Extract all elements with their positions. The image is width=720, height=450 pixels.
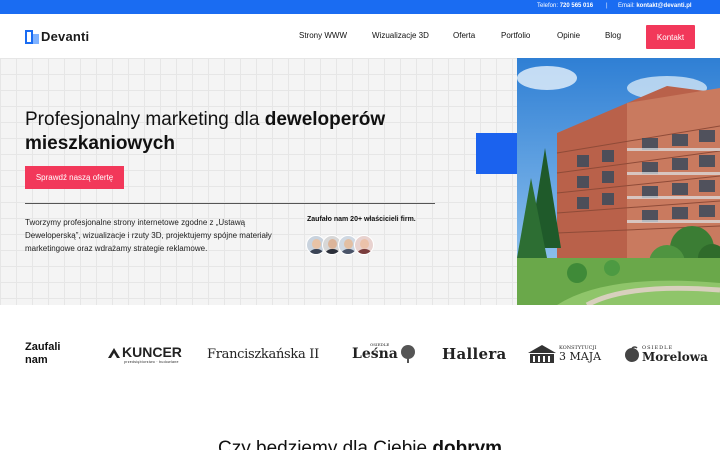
nav-item-blog[interactable]: Blog <box>605 31 621 40</box>
hallera-text: Hallera <box>442 345 507 363</box>
lesna-pretext: OSIEDLE <box>370 342 390 347</box>
top-contact-bar: Telefon: 720 565 016 | Email: kontakt@de… <box>0 0 720 14</box>
nav-item-wizualizacje-3d[interactable]: Wizualizacje 3D <box>372 31 429 40</box>
trust-text: Zaufało nam 20+ właścicieli firm. <box>307 216 416 223</box>
hero-title: Profesjonalny marketing dla deweloperów … <box>25 108 455 156</box>
hero-description: Tworzymy profesjonalne strony internetow… <box>25 218 272 253</box>
3-maja-text: 3 MAJA <box>559 350 602 363</box>
topbar-separator: | <box>606 3 608 9</box>
client-logo-kuncer: KUNCER przedsiębiorstwo · budowlane <box>108 343 182 365</box>
nav-item-opinie[interactable]: Opinie <box>557 31 580 40</box>
hero-title-bold-1: deweloperów <box>264 109 386 130</box>
main-navigation: Devanti Strony WWW Wizualizacje 3D Ofert… <box>0 14 720 58</box>
section-heading-bold: dobrym <box>432 438 503 450</box>
phone-label: Telefon: <box>537 3 559 9</box>
decor-square-blue <box>476 133 518 174</box>
phone-value[interactable]: 720 565 016 <box>560 3 593 9</box>
section-heading-regular: Czy będziemy dla Ciebie <box>218 438 428 450</box>
kuncer-subtext: przedsiębiorstwo · budowlane <box>124 360 179 364</box>
client-logo-morelowa: OSIEDLE Morelowa <box>624 343 708 365</box>
phone-info[interactable]: Telefon: 720 565 016 <box>537 3 593 9</box>
hero-building-image <box>517 58 720 305</box>
logo[interactable]: Devanti <box>25 29 89 44</box>
logo-mark-icon <box>25 29 39 44</box>
hero-divider <box>25 203 435 204</box>
email-label: Email: <box>618 3 635 9</box>
client-avatars <box>306 235 374 255</box>
client-logo-hallera: Hallera <box>442 343 507 365</box>
hero-title-regular: Profesjonalny marketing dla <box>25 109 260 130</box>
client-logo-3-maja: KONSTYTUCJI 3 MAJA <box>528 343 601 365</box>
client-logo-lesna: OSIEDLE Leśna <box>352 342 418 365</box>
building-icon <box>528 345 556 363</box>
offer-cta-button[interactable]: Sprawdź naszą ofertę <box>25 166 124 189</box>
nav-item-strony-www[interactable]: Strony WWW <box>299 31 347 40</box>
contact-button[interactable]: Kontakt <box>646 25 695 49</box>
lesna-text: Leśna <box>352 346 398 362</box>
client-logo-franciszkanska: Franciszkańska II <box>207 343 319 365</box>
clients-label: Zaufali nam <box>25 341 67 367</box>
email-value[interactable]: kontakt@devanti.pl <box>636 3 691 9</box>
franciszkanska-text: Franciszkańska II <box>207 346 319 362</box>
kuncer-mark-icon <box>108 348 120 358</box>
kuncer-text: KUNCER <box>122 344 182 360</box>
nav-item-oferta[interactable]: Oferta <box>453 31 475 40</box>
hero-title-bold-2: mieszkaniowych <box>25 133 175 154</box>
avatar <box>354 235 374 255</box>
morelowa-text: Morelowa <box>642 349 708 364</box>
lesna-tree-icon <box>400 345 415 363</box>
email-info[interactable]: Email: kontakt@devanti.pl <box>618 3 692 9</box>
apricot-icon <box>625 346 639 362</box>
section-heading: Czy będziemy dla Ciebie dobrym <box>218 438 502 450</box>
clients-label-text: Zaufali nam <box>25 341 61 366</box>
logo-text: Devanti <box>41 29 90 44</box>
nav-item-portfolio[interactable]: Portfolio <box>501 31 530 40</box>
